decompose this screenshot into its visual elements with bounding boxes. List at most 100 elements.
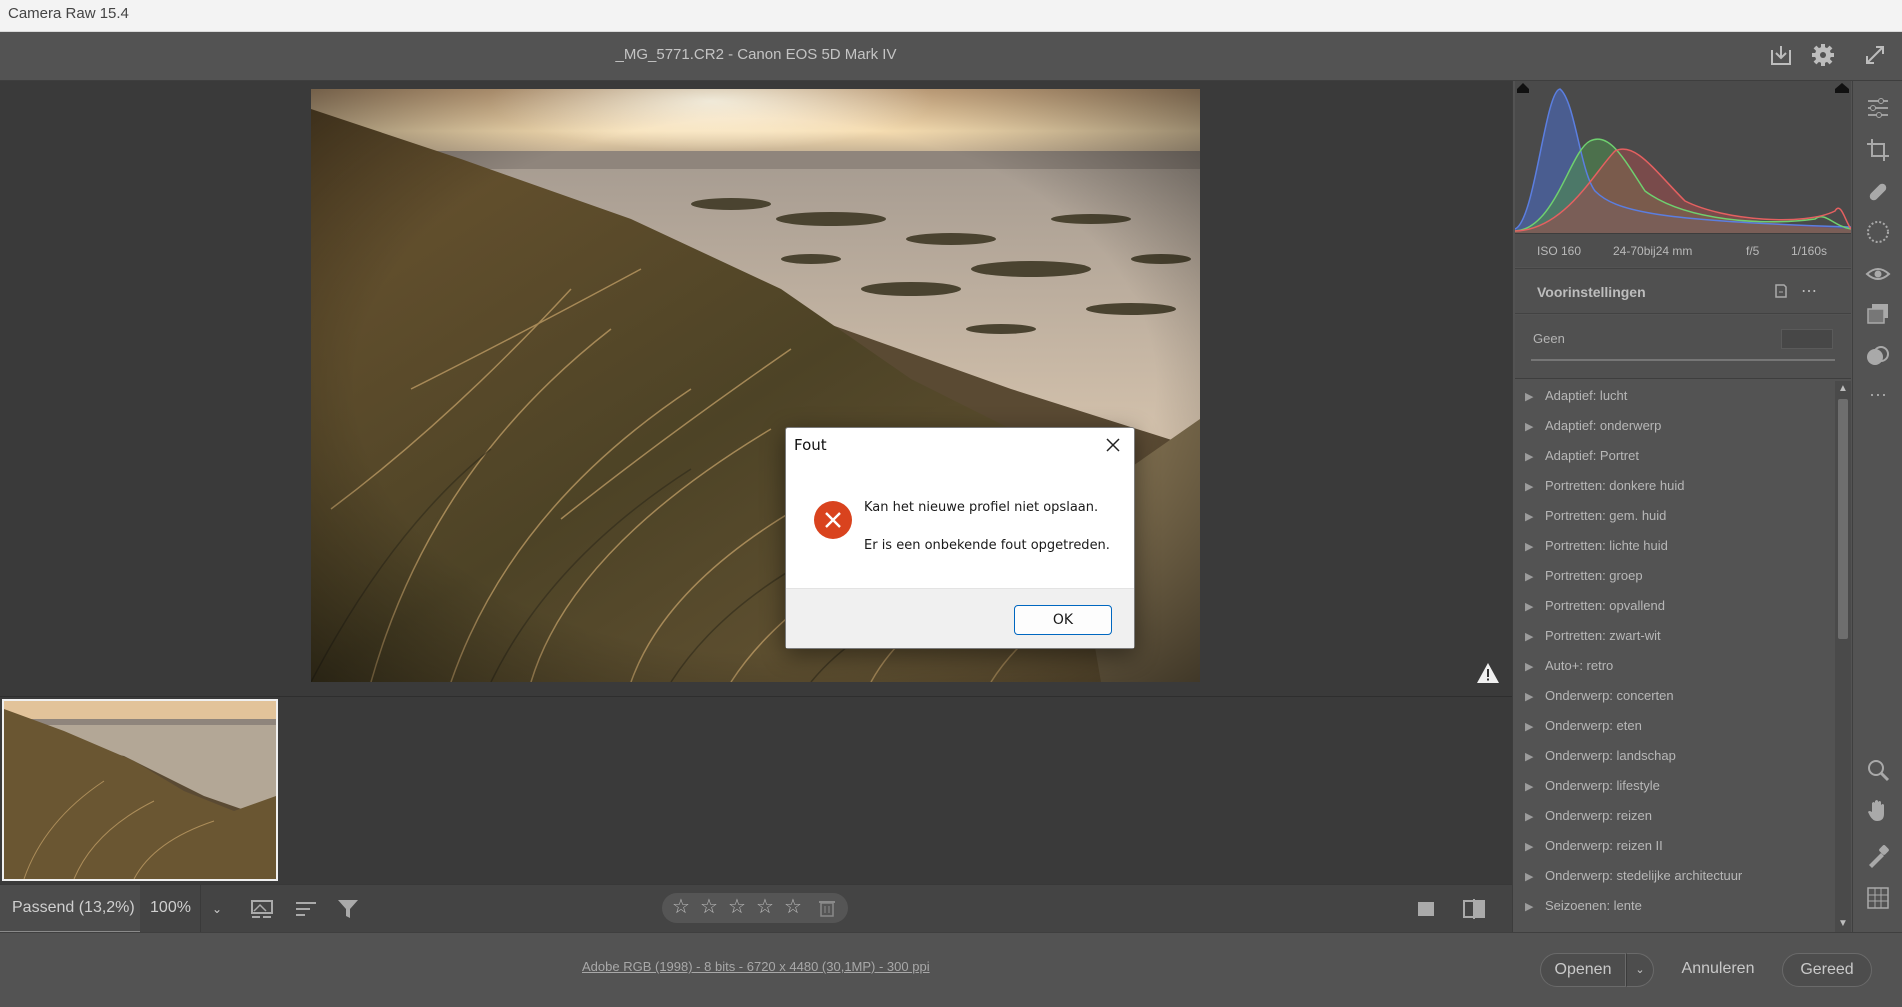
expand-triangle-icon[interactable]: ▶ — [1525, 652, 1545, 682]
zoom-magnifier-icon[interactable] — [1865, 757, 1891, 783]
red-eye-icon[interactable] — [1865, 261, 1891, 287]
rating-star-3[interactable]: ☆ — [726, 896, 748, 918]
expand-triangle-icon[interactable]: ▶ — [1525, 892, 1545, 922]
ok-button[interactable]: OK — [1014, 605, 1112, 635]
preset-group-item[interactable]: ▶ Portretten: opvallend — [1515, 591, 1833, 621]
preset-group-item[interactable]: ▶ Onderwerp: stedelijke architectuur — [1515, 861, 1833, 891]
dialog-footer: OK — [786, 588, 1134, 648]
preset-group-item[interactable]: ▶ Portretten: zwart-wit — [1515, 621, 1833, 651]
dialog-body: Kan het nieuwe profiel niet opslaan. Er … — [786, 465, 1134, 583]
preset-group-item[interactable]: ▶ Auto+: retro — [1515, 651, 1833, 681]
filmstrip — [0, 696, 1512, 884]
hand-icon[interactable] — [1865, 797, 1891, 823]
open-menu-chevron-down-icon[interactable]: ⌄ — [1626, 953, 1654, 987]
expand-triangle-icon[interactable]: ▶ — [1525, 382, 1545, 412]
expand-triangle-icon[interactable]: ▶ — [1525, 622, 1545, 652]
image-canvas[interactable] — [0, 81, 1512, 696]
single-view-icon[interactable] — [1414, 897, 1440, 921]
preset-group-label: Portretten: lichte huid — [1545, 538, 1668, 553]
exif-iso: ISO 160 — [1537, 244, 1582, 258]
gear-icon[interactable] — [1810, 42, 1836, 68]
more-options-icon[interactable]: ⋯ — [1801, 281, 1821, 301]
preset-group-label: Portretten: zwart-wit — [1545, 628, 1661, 643]
crop-icon[interactable] — [1865, 137, 1891, 163]
filmstrip-options-icon[interactable] — [250, 897, 276, 921]
preset-group-item[interactable]: ▶ Portretten: groep — [1515, 561, 1833, 591]
zoom-fit-button[interactable]: Passend (13,2%) — [0, 885, 140, 933]
preset-group-label: Seizoenen: lente — [1545, 898, 1642, 913]
warning-icon[interactable] — [1476, 661, 1500, 685]
color-sampler-icon[interactable] — [1865, 843, 1891, 869]
zoom-100-button[interactable]: 100% — [141, 885, 201, 933]
preset-group-item[interactable]: ▶ Onderwerp: concerten — [1515, 681, 1833, 711]
preset-amount-field[interactable] — [1781, 329, 1833, 349]
preset-group-item[interactable]: ▶ Adaptief: lucht — [1515, 381, 1833, 411]
preset-group-item[interactable]: ▶ Onderwerp: landschap — [1515, 741, 1833, 771]
filter-icon[interactable] — [336, 897, 362, 921]
preset-group-item[interactable]: ▶ Onderwerp: lifestyle — [1515, 771, 1833, 801]
exif-lens: 24-70bij24 mm — [1613, 244, 1693, 258]
expand-triangle-icon[interactable]: ▶ — [1525, 682, 1545, 712]
zoom-menu-chevron-down-icon[interactable]: ⌄ — [202, 885, 232, 933]
preset-group-item[interactable]: ▶ Onderwerp: reizen II — [1515, 831, 1833, 861]
right-panel: ISO 160 24-70bij24 mm f/5 1/160s Voorins… — [1512, 81, 1852, 932]
rating-star-5[interactable]: ☆ — [782, 896, 804, 918]
healing-bandage-icon[interactable] — [1865, 179, 1891, 205]
cancel-button[interactable]: Annuleren — [1668, 953, 1768, 987]
save-image-icon[interactable] — [1768, 42, 1794, 68]
fullscreen-icon[interactable] — [1862, 42, 1888, 68]
preset-group-item[interactable]: ▶ Portretten: lichte huid — [1515, 531, 1833, 561]
expand-triangle-icon[interactable]: ▶ — [1525, 592, 1545, 622]
scroll-up-icon[interactable]: ▲ — [1835, 381, 1851, 397]
expand-triangle-icon[interactable]: ▶ — [1525, 562, 1545, 592]
masking-icon[interactable] — [1865, 219, 1891, 245]
filmstrip-thumbnail[interactable] — [2, 699, 278, 881]
expand-triangle-icon[interactable]: ▶ — [1525, 502, 1545, 532]
rating-star-1[interactable]: ☆ — [670, 896, 692, 918]
trash-icon[interactable] — [816, 897, 838, 919]
preset-group-item[interactable]: ▶ Onderwerp: eten — [1515, 711, 1833, 741]
done-button[interactable]: Gereed — [1782, 953, 1872, 987]
expand-triangle-icon[interactable]: ▶ — [1525, 862, 1545, 892]
window-title: Camera Raw 15.4 — [8, 5, 129, 22]
app-header: _MG_5771.CR2 - Canon EOS 5D Mark IV — [0, 32, 1902, 81]
preset-amount-slider[interactable] — [1531, 359, 1835, 361]
file-title: _MG_5771.CR2 - Canon EOS 5D Mark IV — [615, 46, 897, 63]
expand-triangle-icon[interactable]: ▶ — [1525, 712, 1545, 742]
expand-triangle-icon[interactable]: ▶ — [1525, 742, 1545, 772]
footer: Adobe RGB (1998) - 8 bits - 6720 x 4480 … — [0, 932, 1902, 1007]
before-after-icon[interactable] — [1462, 897, 1488, 921]
preset-scrollbar[interactable]: ▲ ▼ — [1835, 381, 1851, 932]
expand-triangle-icon[interactable]: ▶ — [1525, 472, 1545, 502]
more-tools-icon[interactable]: ⋯ — [1865, 385, 1891, 411]
edit-sliders-icon[interactable] — [1865, 95, 1891, 121]
scroll-down-icon[interactable]: ▼ — [1835, 916, 1851, 932]
preset-group-item[interactable]: ▶ Seizoenen: lente — [1515, 891, 1833, 921]
workflow-options-link[interactable]: Adobe RGB (1998) - 8 bits - 6720 x 4480 … — [582, 959, 930, 974]
grid-icon[interactable] — [1865, 885, 1891, 911]
expand-triangle-icon[interactable]: ▶ — [1525, 442, 1545, 472]
preset-group-item[interactable]: ▶ Portretten: donkere huid — [1515, 471, 1833, 501]
expand-triangle-icon[interactable]: ▶ — [1525, 412, 1545, 442]
rating-star-4[interactable]: ☆ — [754, 896, 776, 918]
preset-group-item[interactable]: ▶ Adaptief: Portret — [1515, 441, 1833, 471]
preset-group-item[interactable]: ▶ Portretten: gem. huid — [1515, 501, 1833, 531]
sort-icon[interactable] — [294, 897, 320, 921]
exif-shutter: 1/160s — [1791, 244, 1828, 258]
expand-triangle-icon[interactable]: ▶ — [1525, 802, 1545, 832]
open-button[interactable]: Openen — [1540, 953, 1626, 987]
tool-strip: ⋯ — [1852, 81, 1902, 932]
scroll-thumb[interactable] — [1838, 399, 1848, 639]
expand-triangle-icon[interactable]: ▶ — [1525, 532, 1545, 562]
expand-triangle-icon[interactable]: ▶ — [1525, 772, 1545, 802]
preset-group-item[interactable]: ▶ Adaptief: onderwerp — [1515, 411, 1833, 441]
presets-icon[interactable] — [1865, 343, 1891, 369]
error-icon — [813, 500, 853, 540]
close-icon[interactable] — [1104, 436, 1122, 454]
preset-group-item[interactable]: ▶ Onderwerp: reizen — [1515, 801, 1833, 831]
rating-star-2[interactable]: ☆ — [698, 896, 720, 918]
new-preset-icon[interactable] — [1773, 283, 1789, 299]
expand-triangle-icon[interactable]: ▶ — [1525, 832, 1545, 862]
snapshots-icon[interactable] — [1865, 301, 1891, 327]
preset-group-label: Portretten: groep — [1545, 568, 1643, 583]
